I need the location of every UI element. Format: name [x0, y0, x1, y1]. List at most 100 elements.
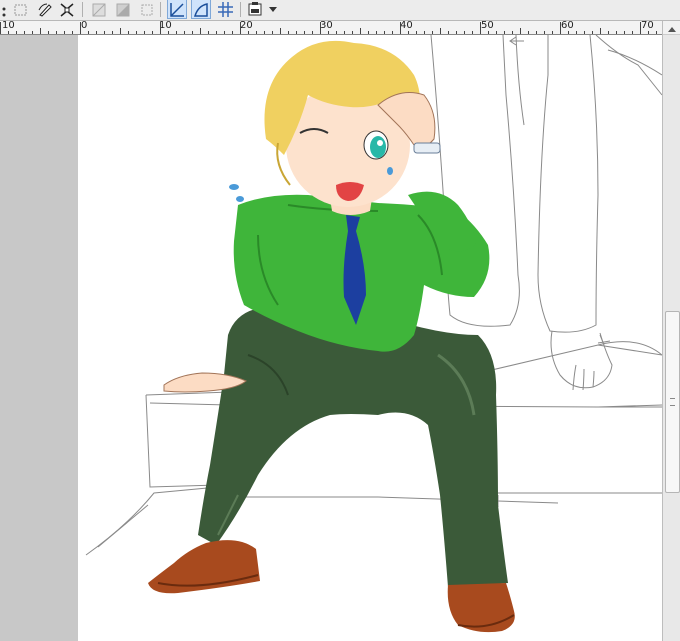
- toolbar-separator: [240, 2, 241, 17]
- ruler-tick: [600, 28, 601, 34]
- ruler-tick: [624, 31, 625, 34]
- ruler-tick: [216, 31, 217, 34]
- ruler-tick: [96, 31, 97, 34]
- ruler-tick: [432, 31, 433, 34]
- pinch-icon[interactable]: [58, 0, 76, 18]
- scroll-up-button[interactable]: [663, 21, 680, 35]
- ruler-tick: [336, 31, 337, 34]
- ruler-tick: [248, 31, 249, 34]
- toolbar: [0, 0, 680, 21]
- ruler-snap-icon[interactable]: [191, 0, 211, 19]
- ruler-tick: [104, 31, 105, 34]
- drawing-canvas[interactable]: [78, 35, 662, 641]
- ruler-tick: [184, 31, 185, 34]
- toolbar-separator: [82, 2, 83, 17]
- ruler-tick: [16, 31, 17, 34]
- ruler-tick: [416, 31, 417, 34]
- ruler-tick: [456, 31, 457, 34]
- ruler-tick: [544, 31, 545, 34]
- ruler-tick: [384, 31, 385, 34]
- ruler-tick: [128, 31, 129, 34]
- ruler-tick: [648, 31, 649, 34]
- ruler-tick: [408, 31, 409, 34]
- grid-icon[interactable]: [216, 0, 234, 18]
- ruler-tick: [272, 31, 273, 34]
- ruler-tick: [496, 31, 497, 34]
- ruler-tick: [208, 31, 209, 34]
- ruler-tick: [176, 31, 177, 34]
- ruler-tick: [464, 31, 465, 34]
- ruler-tick: [152, 31, 153, 34]
- ruler-tick: [72, 31, 73, 34]
- ruler-tick: [120, 28, 121, 34]
- ruler-tick: [24, 31, 25, 34]
- ruler-tick: [560, 22, 561, 34]
- ruler-tick: [8, 31, 9, 34]
- ruler-tick: [472, 31, 473, 34]
- ruler-tick: [320, 22, 321, 34]
- dropdown-arrow-icon[interactable]: [264, 0, 282, 18]
- ruler-tick: [168, 31, 169, 34]
- ruler-tick: [0, 22, 1, 34]
- ruler-tick: [480, 22, 481, 34]
- ruler-tick: [376, 31, 377, 34]
- ruler-tick: [592, 31, 593, 34]
- ruler-tick: [192, 31, 193, 34]
- ruler-tick: [224, 31, 225, 34]
- ruler-tick: [88, 31, 89, 34]
- ruler-tick: [312, 31, 313, 34]
- ruler-tick: [160, 22, 161, 34]
- ruler-tick: [56, 31, 57, 34]
- guide-snap-icon[interactable]: [167, 0, 187, 19]
- ruler-tick: [632, 31, 633, 34]
- ruler-tick: [48, 31, 49, 34]
- ruler-tick: [616, 31, 617, 34]
- ruler-tick: [536, 31, 537, 34]
- lasso-pen-icon[interactable]: [36, 0, 54, 18]
- wristwatch: [413, 142, 441, 154]
- ruler-tick: [136, 31, 137, 34]
- ruler-tick: [352, 31, 353, 34]
- ruler-tick: [64, 31, 65, 34]
- ruler-tick: [576, 31, 577, 34]
- ruler-tick: [656, 31, 657, 34]
- ruler-tick: [256, 31, 257, 34]
- ruler-tick: [488, 31, 489, 34]
- ruler-tick: [232, 31, 233, 34]
- ruler-tick: [280, 28, 281, 34]
- fill-selection-icon[interactable]: [114, 0, 132, 18]
- ruler-tick: [240, 22, 241, 34]
- ruler-label: 20: [240, 21, 253, 31]
- ruler-tick: [304, 31, 305, 34]
- ruler-tick: [640, 22, 641, 34]
- ruler-tick: [200, 28, 201, 34]
- ruler-tick: [552, 31, 553, 34]
- ruler-tick: [368, 31, 369, 34]
- ruler-tick: [40, 28, 41, 34]
- ruler-tick: [288, 31, 289, 34]
- ruler-tick: [584, 31, 585, 34]
- toolbar-separator: [160, 2, 161, 17]
- pasteboard: [0, 35, 78, 641]
- ruler-tick: [400, 22, 401, 34]
- ruler-tick: [528, 31, 529, 34]
- invert-selection-icon[interactable]: [90, 0, 108, 18]
- ruler-label: 0: [81, 21, 88, 31]
- ruler-tick: [440, 28, 441, 34]
- ruler-tick: [80, 22, 81, 34]
- ruler-tick: [360, 28, 361, 34]
- ruler-tick: [520, 28, 521, 34]
- ruler-tick: [144, 31, 145, 34]
- ruler-tick: [344, 31, 345, 34]
- clear-selection-icon[interactable]: [138, 0, 156, 18]
- scroll-thumb[interactable]: [665, 311, 680, 493]
- select-rect-icon[interactable]: [12, 0, 30, 18]
- ruler-tick: [608, 31, 609, 34]
- vertical-scrollbar[interactable]: [662, 21, 680, 641]
- horizontal-ruler[interactable]: 10 0 10 20 30 40 50 60 70: [0, 21, 662, 35]
- display-mode-icon[interactable]: [246, 0, 264, 18]
- illustration: [85, 35, 662, 633]
- ruler-label: 30: [320, 21, 333, 31]
- ruler-tick: [112, 31, 113, 34]
- ruler-tick: [32, 31, 33, 34]
